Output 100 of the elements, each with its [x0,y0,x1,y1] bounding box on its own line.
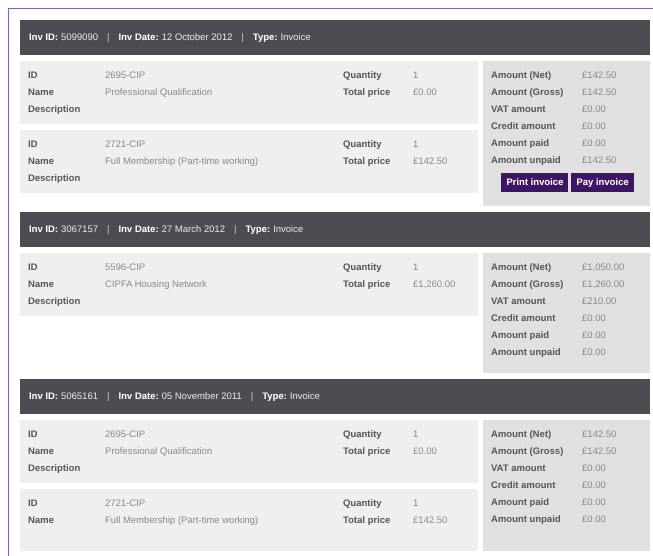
field-label: Name [28,155,55,168]
field-label: Total price [343,445,392,458]
field-label: Description [28,172,82,185]
header-value: 5099090 [61,32,98,43]
header-value: 05 November 2011 [162,391,242,402]
amount-value: £0.00 [582,513,607,526]
amount-value: £0.00 [582,496,607,509]
amount-label: Credit amount [491,479,556,492]
amount-label: Amount unpaid [491,513,562,526]
separator: | [107,391,110,402]
field-value: 1 [413,497,420,510]
field-label: ID [28,138,38,151]
amount-label: Amount (Gross) [491,445,564,458]
amount-value: £142.50 [582,86,618,99]
field-label: Quantity [343,497,383,510]
amount-value: £1,260.00 [582,278,626,291]
field-label: Name [28,86,55,99]
field-label: ID [28,428,38,441]
field-value: CIPFA Housing Network [105,278,208,291]
amount-value: £142.50 [582,154,618,167]
amount-value: £0.00 [582,120,607,133]
amount-label: Amount unpaid [491,346,562,359]
amount-value: £0.00 [582,479,607,492]
header-label: Type: [262,391,287,402]
field-label: Quantity [343,69,383,82]
separator: | [250,391,254,402]
header-label: Inv ID: [29,224,58,235]
amount-value: £0.00 [582,137,607,150]
amount-value: £0.00 [582,346,607,359]
field-value: 2721-CIP [105,497,146,510]
header-value: Invoice [273,224,304,235]
amount-value: £0.00 [582,462,607,475]
field-value: 2721-CIP [105,138,146,151]
amount-label: Credit amount [491,312,556,325]
amount-label: Amount paid [491,137,550,150]
amount-label: Amount (Net) [491,69,552,82]
header-label: Inv Date: [118,32,159,43]
amount-label: Amount unpaid [491,154,562,167]
field-value: 1 [413,428,420,441]
header-label: Inv Date: [118,391,159,402]
field-label: Quantity [343,261,383,274]
amount-label: VAT amount [491,462,547,475]
field-label: ID [28,69,38,82]
field-value: 2695-CIP [105,428,146,441]
field-value: £0.00 [413,445,437,458]
field-label: Quantity [343,138,383,151]
field-label: Total price [343,514,392,527]
header-value: 3067157 [61,224,98,235]
field-value: £1,260.00 [413,278,456,291]
field-label: Name [28,514,55,527]
field-label: Total price [343,155,392,168]
separator: | [107,32,110,43]
amount-label: Amount (Gross) [491,278,564,291]
invoice-button[interactable]: Print invoice [501,173,568,192]
amount-label: Amount (Net) [491,261,552,274]
field-label: ID [28,261,38,274]
amount-label: VAT amount [491,103,547,116]
header-value: 12 October 2012 [162,32,232,43]
field-value: 1 [413,138,420,151]
header-label: Type: [245,224,270,235]
field-value: Professional Qualification [105,86,214,99]
amount-label: Credit amount [491,120,556,133]
header-value: 5065161 [61,391,98,402]
separator: | [241,32,244,43]
amount-label: VAT amount [491,295,547,308]
header-value: Invoice [290,391,320,402]
header-label: Inv Date: [118,224,159,235]
field-label: Quantity [343,428,383,441]
field-value: 1 [413,261,420,274]
field-label: Total price [343,86,392,99]
field-value: £0.00 [413,86,437,99]
header-value: Invoice [280,32,311,43]
amount-value: £142.50 [582,69,618,82]
separator: | [107,224,110,235]
header-label: Type: [252,32,278,43]
amount-value: £210.00 [582,295,618,308]
amount-label: Amount (Net) [491,428,552,441]
field-label: Description [28,295,82,308]
invoice-button[interactable]: Pay invoice [571,173,634,192]
amount-value: £142.50 [582,445,618,458]
field-label: ID [28,497,38,510]
field-label: Name [28,445,55,458]
field-value: Professional Qualification [105,445,214,458]
field-label: Description [28,462,82,475]
amount-value: £0.00 [582,103,607,116]
field-value: 1 [413,69,420,82]
field-label: Total price [343,278,392,291]
field-value: 5596-CIP [105,261,146,274]
header-label: Inv ID: [29,391,58,402]
field-value: £142.50 [413,514,448,527]
field-value: £142.50 [413,155,448,168]
header-label: Inv ID: [29,32,58,43]
header-value: 27 March 2012 [162,224,225,235]
separator: | [234,224,236,235]
amount-label: Amount paid [491,329,550,342]
field-value: Full Membership (Part-time working) [105,514,260,527]
field-value: Full Membership (Part-time working) [105,155,260,168]
amount-value: £142.50 [582,428,618,441]
field-label: Description [28,103,82,116]
amount-value: £1,050.00 [582,261,626,274]
